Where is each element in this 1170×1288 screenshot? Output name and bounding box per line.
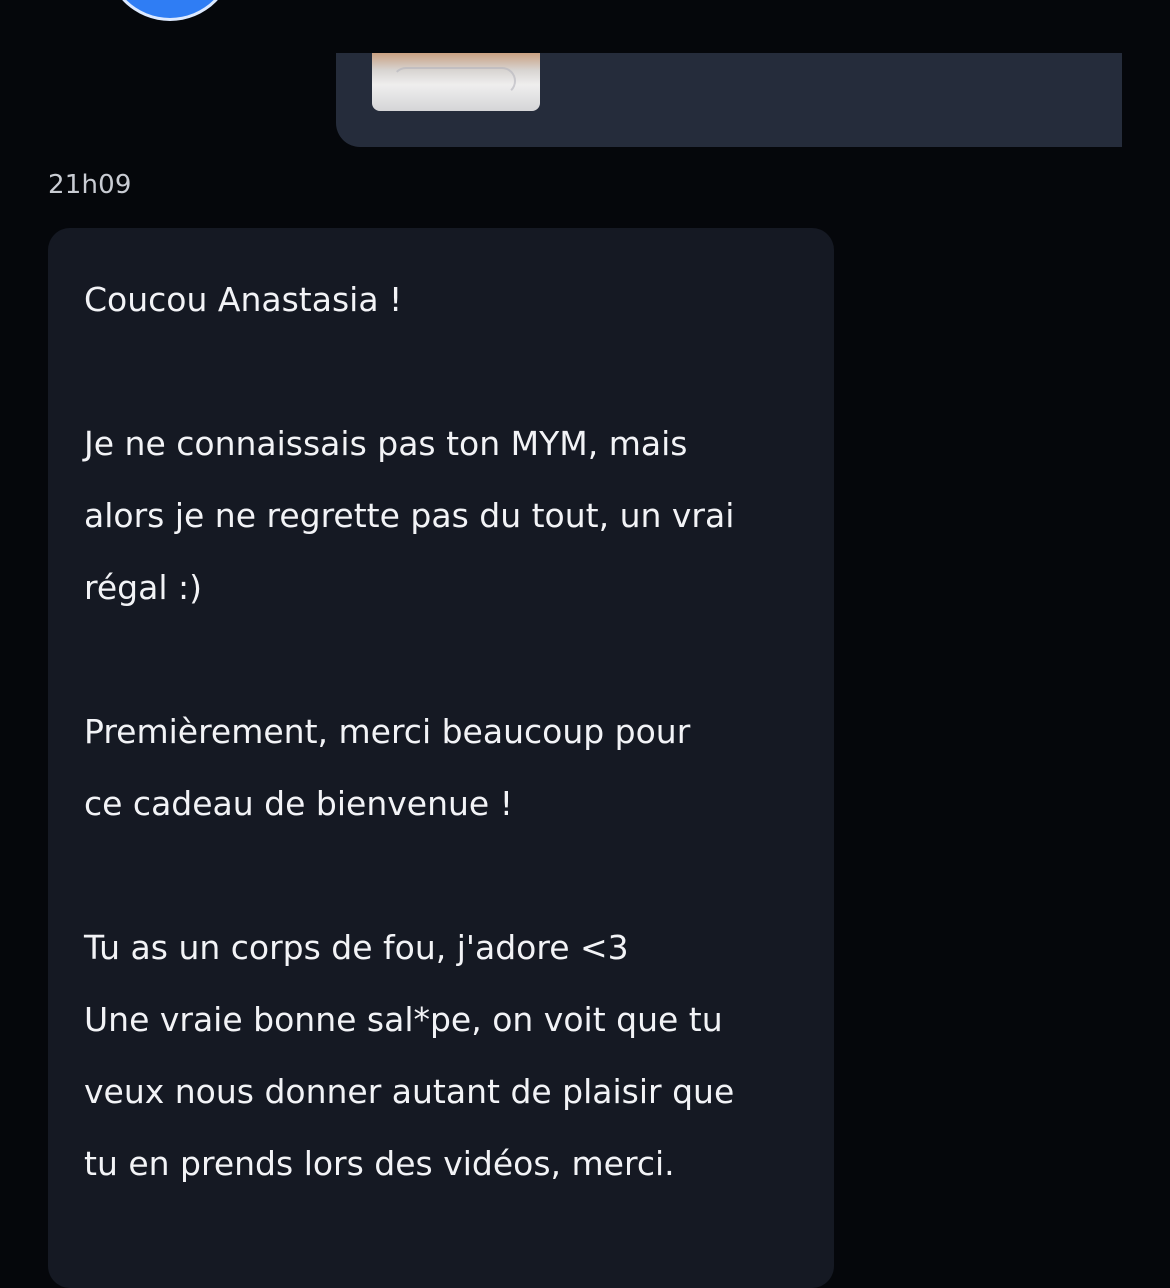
message-line: alors je ne regrette pas du tout, un vra…: [84, 496, 735, 535]
message-line: Tu as un corps de fou, j'adore <3: [84, 928, 629, 967]
incoming-message-bubble[interactable]: Coucou Anastasia ! Je ne connaissais pas…: [48, 228, 834, 1288]
message-line: régal :): [84, 568, 202, 607]
message-line: [84, 624, 814, 696]
message-line: Premièrement, merci beaucoup pour: [84, 712, 691, 751]
message-line: ce cadeau de bienvenue !: [84, 784, 513, 823]
message-line: tu en prends lors des vidéos, merci.: [84, 1144, 675, 1183]
message-line: [84, 336, 814, 408]
message-line: Une vraie bonne sal*pe, on voit que tu: [84, 1000, 723, 1039]
message-timestamp: 21h09: [48, 170, 132, 200]
photo-content: [392, 67, 516, 95]
message-line: veux nous donner autant de plaisir que: [84, 1072, 735, 1111]
message-line: Coucou Anastasia !: [84, 280, 403, 319]
message-line: Je ne connaissais pas ton MYM, mais: [84, 424, 688, 463]
message-text: Coucou Anastasia ! Je ne connaissais pas…: [84, 264, 814, 1200]
message-line: [84, 840, 814, 912]
outgoing-message-bubble[interactable]: [336, 53, 1122, 147]
photo-thumbnail-icon[interactable]: [372, 53, 540, 111]
avatar[interactable]: [108, 0, 232, 18]
